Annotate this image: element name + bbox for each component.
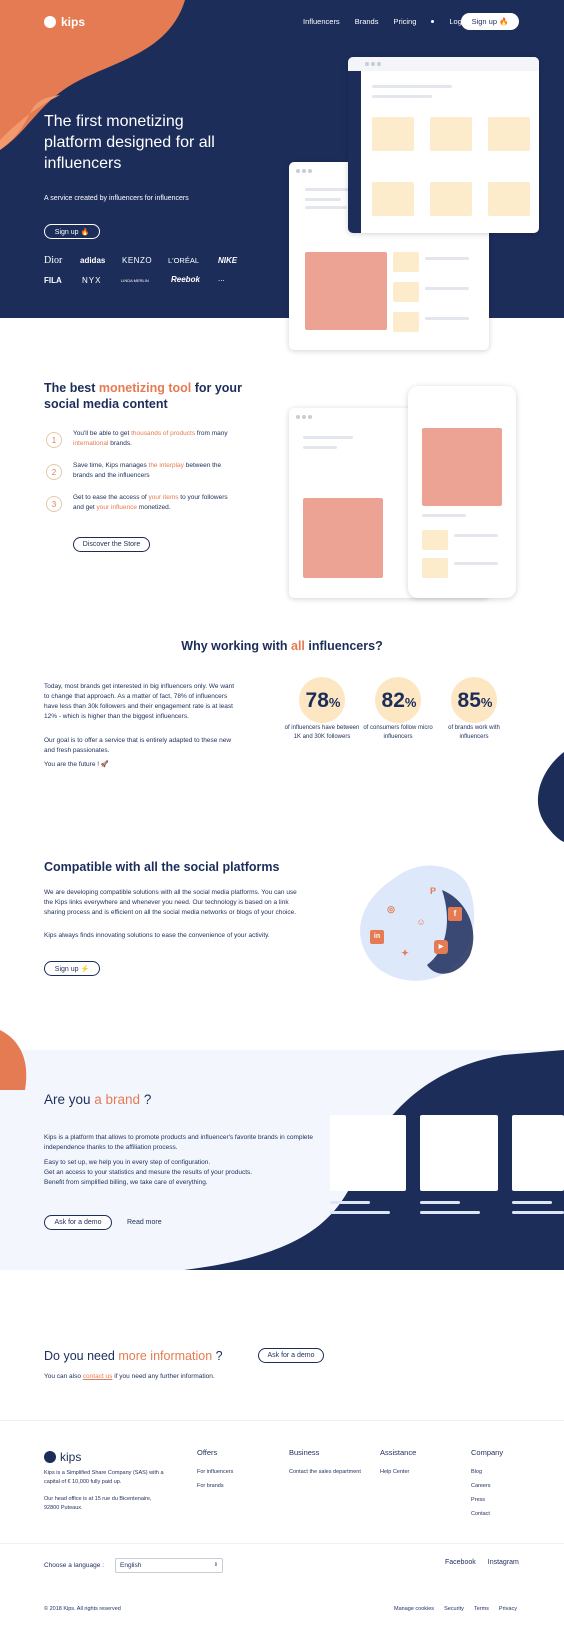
hero-title: The first monetizing platform designed f… (44, 113, 215, 172)
instagram-link[interactable]: Instagram (488, 1559, 519, 1566)
hero-subtitle: A service created by influencers for inf… (44, 195, 189, 202)
footer-link-careers[interactable]: Careers (471, 1481, 503, 1491)
footer-social-links: Facebook Instagram (445, 1559, 519, 1566)
footer-link-influencers[interactable]: For influencers (197, 1467, 233, 1477)
step-2-number: 2 (46, 464, 62, 480)
privacy-link[interactable]: Privacy (499, 1606, 517, 1612)
step-2-text: Save time, Kips manages the interplay be… (73, 462, 222, 479)
instagram-icon: ◎ (387, 904, 395, 914)
brand-dior: Dior (44, 255, 63, 266)
footer-col-assistance: Assistance Help Center (380, 1448, 417, 1477)
footer-link-press[interactable]: Press (471, 1495, 503, 1505)
snapchat-icon: ☺ (416, 917, 426, 927)
why-paragraph-3: You are the future ! 🚀 (44, 761, 109, 768)
brand-left-shape (0, 1030, 27, 1090)
stat-2-value: 82% (381, 689, 417, 712)
social-title: Compatible with all the social platforms (44, 860, 280, 874)
step-3-number: 3 (46, 496, 62, 512)
social-paragraph-2: Kips always finds innovating solutions t… (44, 932, 270, 939)
stat-3-caption: of brands work with influencers (448, 725, 500, 740)
brand-paragraph-2: Easy to set up, we help you in every ste… (44, 1159, 211, 1166)
brand-demo-button[interactable]: Ask for a demo (44, 1215, 112, 1230)
nav-signup-button[interactable]: Sign up 🔥 (461, 13, 519, 30)
footer-divider-mid (0, 1543, 564, 1544)
brand-adidas: adidas (80, 256, 106, 265)
top-nav: Influencers Brands Pricing Login (303, 17, 468, 26)
footer-link-blog[interactable]: Blog (471, 1467, 503, 1477)
why-paragraph-1: Today, most brands get interested in big… (44, 683, 235, 720)
footer-logo[interactable]: kips (44, 1450, 81, 1464)
logo-dot-icon (44, 16, 56, 28)
footer-about-2: Our head office is at 15 rue du Bicenten… (44, 1496, 152, 1511)
brand-more: ... (218, 274, 225, 283)
info-text: You can also contact us if you need any … (44, 1373, 215, 1380)
language-label: Choose a language : (44, 1562, 104, 1569)
brand-reebok: Reebok (171, 275, 200, 284)
linkedin-icon: in (370, 930, 384, 944)
brand-fila: FILA (44, 276, 62, 285)
brand-product-card-2 (420, 1115, 498, 1191)
hero-mockup-front (348, 57, 539, 233)
pinterest-icon: P (429, 886, 436, 896)
brand-paragraph-1: Kips is a platform that allows to promot… (44, 1134, 313, 1151)
brand-nike: NIKE (218, 256, 238, 265)
brand-product-card-3 (512, 1115, 564, 1191)
step-3-text: Get to ease the access of your items to … (73, 494, 228, 511)
nav-pricing[interactable]: Pricing (393, 17, 416, 26)
facebook-link[interactable]: Facebook (445, 1559, 476, 1566)
security-link[interactable]: Security (444, 1606, 464, 1612)
brand-paragraph-4: Benefit from simplified billing, we take… (44, 1179, 208, 1186)
brand-product-card-1 (330, 1115, 406, 1191)
footer-logo-dot-icon (44, 1451, 56, 1463)
copyright: © 2018 Kips. All rights reserved (44, 1606, 121, 1612)
language-select[interactable]: English ⇕ (115, 1558, 223, 1573)
footer-link-help[interactable]: Help Center (380, 1467, 416, 1477)
brand-title: Are you a brand ? (44, 1092, 152, 1107)
select-arrows-icon: ⇕ (213, 1562, 218, 1568)
info-demo-button[interactable]: Ask for a demo (258, 1348, 324, 1363)
why-title: Why working with all influencers? (181, 639, 383, 653)
footer-link-brands[interactable]: For brands (197, 1481, 233, 1491)
terms-link[interactable]: Terms (474, 1606, 489, 1612)
brand-kenzo: KENZO (122, 256, 153, 265)
legal-links: Manage cookies Security Terms Privacy (394, 1606, 517, 1612)
facebook-icon: f (448, 907, 462, 921)
stat-1-value: 78% (305, 689, 341, 712)
stat-1-caption: of influencers have between 1K and 30K f… (284, 725, 360, 740)
brand-paragraph-3: Get an access to your statistics and mes… (44, 1169, 253, 1176)
footer-col-company: Company Blog Careers Press Contact (471, 1448, 504, 1519)
nav-influencers[interactable]: Influencers (303, 17, 340, 26)
brand-loreal: L'ORÉAL (168, 256, 200, 265)
step-1-text: You'll be able to get thousands of produ… (73, 430, 228, 447)
social-signup-button[interactable]: Sign up ⚡ (44, 961, 100, 976)
nav-separator-dot (431, 20, 435, 23)
brand-linda: LINDA MERLIN (121, 278, 149, 283)
contact-us-link[interactable]: contact us (83, 1373, 113, 1380)
discover-store-button[interactable]: Discover the Store (73, 537, 150, 552)
info-title: Do you need more information ? (44, 1349, 223, 1363)
brand-nyx: NYX (82, 276, 102, 285)
footer-link-sales[interactable]: Contact the sales department (289, 1467, 361, 1477)
stat-2-caption: of consumers follow micro influencers (363, 725, 433, 740)
manage-cookies-link[interactable]: Manage cookies (394, 1606, 434, 1612)
right-edge-blob (537, 752, 564, 842)
logo-text: kips (61, 15, 86, 29)
hero-signup-button[interactable]: Sign up 🔥 (44, 224, 100, 239)
footer-link-contact[interactable]: Contact (471, 1509, 503, 1519)
logo[interactable]: kips (44, 15, 85, 29)
youtube-icon: ▶ (434, 940, 448, 954)
tool-mockup-phone (408, 386, 516, 598)
twitter-icon: ✦ (401, 948, 409, 958)
nav-brands[interactable]: Brands (355, 17, 379, 26)
footer-col-business: Business Contact the sales department (289, 1448, 361, 1477)
footer-col-offers: Offers For influencers For brands (197, 1448, 234, 1491)
tool-title: The best monetizing tool for your social… (44, 381, 242, 411)
social-paragraph-1: We are developing compatible solutions w… (44, 889, 297, 916)
why-paragraph-2: Our goal is to offer a service that is e… (44, 737, 232, 754)
footer-divider-top (0, 1420, 564, 1421)
step-1-number: 1 (46, 432, 62, 448)
brand-read-more-link[interactable]: Read more (127, 1219, 162, 1226)
footer-about-1: Kips is a Simplified Share Company (SAS)… (44, 1470, 164, 1485)
stat-3-value: 85% (457, 689, 493, 712)
